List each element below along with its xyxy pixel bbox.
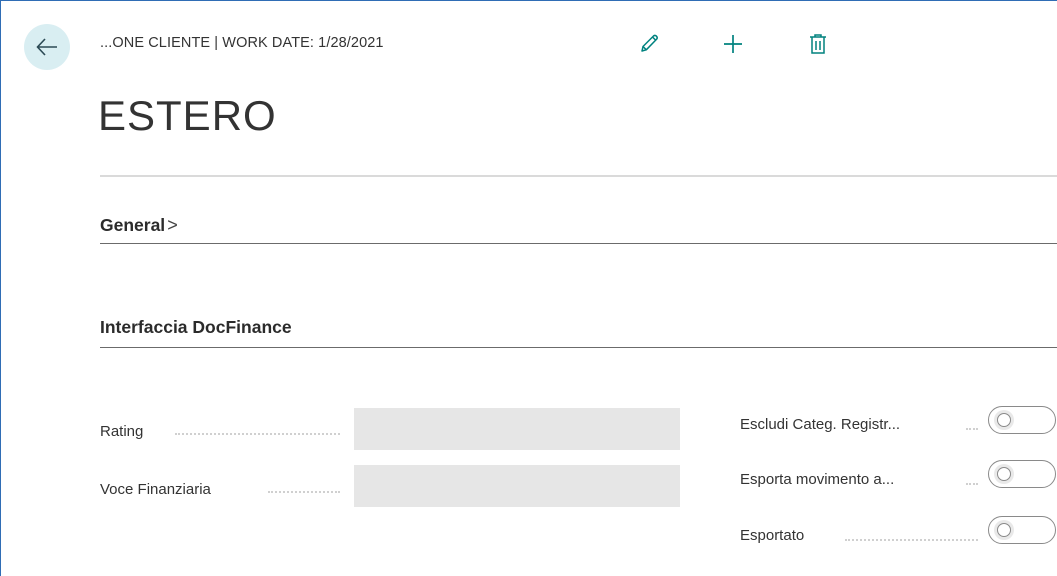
voce-finanziaria-label: Voce Finanziaria [100,481,211,498]
escludi-categ-label: Escludi Categ. Registr... [740,416,901,433]
section-general-label: General [100,215,166,235]
esportato-toggle[interactable] [988,516,1056,544]
section-docfinance-divider [100,347,1057,348]
esportato-label: Esportato [740,527,805,544]
section-general-divider [100,243,1057,244]
back-button[interactable] [24,24,70,70]
toggle-knob [997,413,1011,427]
breadcrumb: ...ONE CLIENTE | WORK DATE: 1/28/2021 [100,35,384,51]
title-divider [100,175,1057,177]
section-docfinance-label: Interfaccia DocFinance [100,317,292,337]
esporta-movimento-leader-dots [966,483,978,485]
section-general-header[interactable]: General > [100,215,178,236]
rating-label: Rating [100,423,144,440]
esportato-leader-dots [845,539,978,541]
new-button[interactable] [719,30,747,58]
page-title: ESTERO [98,92,277,139]
esporta-movimento-label: Esporta movimento a... [740,471,895,488]
escludi-categ-leader-dots [966,428,978,430]
toggle-knob [997,467,1011,481]
esporta-movimento-toggle[interactable] [988,460,1056,488]
section-docfinance-header[interactable]: Interfaccia DocFinance [100,317,292,338]
plus-icon [724,35,742,53]
voce-finanziaria-leader-dots [268,491,340,493]
trash-icon [810,34,826,54]
voce-finanziaria-input[interactable] [354,465,680,507]
escludi-categ-toggle[interactable] [988,406,1056,434]
rating-leader-dots [175,433,340,435]
pencil-icon [641,34,658,52]
edit-button[interactable] [635,30,663,58]
arrow-left-icon [36,38,57,56]
toggle-knob [997,523,1011,537]
rating-input[interactable] [354,408,680,450]
chevron-right-icon: > [167,215,178,235]
delete-button[interactable] [804,30,832,58]
